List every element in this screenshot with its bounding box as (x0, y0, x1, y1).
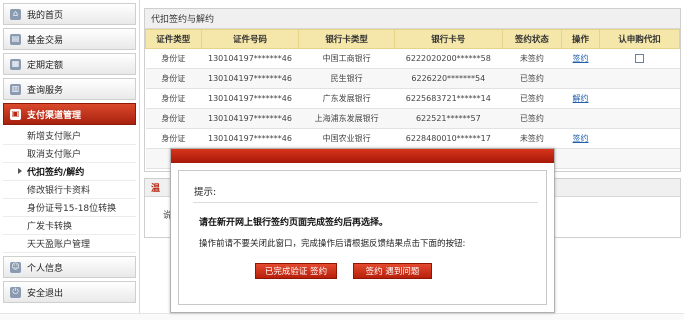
header-id-type: 证件类型 (145, 29, 202, 49)
nav-personal-info[interactable]: ☺ 个人信息 (3, 256, 136, 278)
fund-icon: ▤ (10, 33, 21, 45)
caret-right-icon (18, 168, 22, 174)
cell-bank: 广东发展银行 (298, 88, 395, 109)
dialog-message: 请在新开网上银行签约页面完成签约后再选择。 (199, 218, 389, 228)
cell-action (561, 148, 600, 169)
query-icon: ▥ (10, 83, 21, 95)
dialog-heading: 提示: (194, 187, 217, 198)
cell-id-type: 身份证 (145, 108, 202, 129)
header-card: 银行卡号 (393, 29, 503, 49)
cell-status: 已签约 (502, 88, 562, 109)
cell-auto-debit (599, 68, 680, 89)
panel-title: 代扣签约与解约 (145, 9, 680, 29)
cell-card: 6228480010******17 (394, 128, 503, 149)
cell-card: 6226220*******54 (394, 68, 503, 89)
cell-status: 未签约 (502, 128, 562, 149)
signing-complete-button[interactable]: 已完成验证 签约 (255, 263, 337, 279)
sub-item-edit-bank-card[interactable]: 修改银行卡资料 (3, 181, 136, 199)
sub-item-add-account[interactable]: 新增支付账户 (3, 127, 136, 145)
cell-auto-debit (599, 128, 680, 149)
cell-auto-debit (599, 48, 680, 69)
dialog-divider (193, 202, 538, 203)
cell-card: 622521******57 (394, 108, 503, 129)
table-row: 身份证 130104197*******46 广东发展银行 6225683721… (145, 88, 680, 109)
nav-query-service[interactable]: ▥ 查询服务 (3, 78, 136, 100)
nav-label: 查询服务 (27, 85, 64, 96)
nav-label: 定期定额 (27, 60, 64, 71)
cell-status: 未签约 (502, 48, 562, 69)
cell-auto-debit (599, 148, 680, 169)
nav-fund-trade[interactable]: ▤ 基金交易 (3, 28, 136, 50)
power-icon: ⏻ (10, 286, 21, 298)
table-row: 身份证 130104197*******46 中国农业银行 6228480010… (145, 128, 680, 149)
nav-label: 基金交易 (27, 35, 64, 46)
cell-id-type: 身份证 (145, 128, 202, 149)
cell-id-no: 130104197*******46 (201, 128, 299, 149)
cell-id-type: 身份证 (145, 88, 202, 109)
sub-item-id-convert[interactable]: 身份证号15-18位转换 (3, 199, 136, 217)
sign-link[interactable]: 签约 (561, 48, 600, 69)
sub-item-label: 取消支付账户 (27, 150, 82, 160)
nav-my-home[interactable]: ⌂ 我的首页 (3, 3, 136, 25)
cell-card: 6222020200******58 (394, 48, 503, 69)
cell-id-no: 130104197*******46 (201, 108, 299, 129)
confirm-dialog: 提示: 请在新开网上银行签约页面完成签约后再选择。 操作前请不要关闭此窗口，完成… (170, 148, 555, 313)
cell-bank: 民生银行 (298, 68, 395, 89)
payment-icon: ▣ (10, 108, 21, 120)
cell-id-no: 130104197*******46 (201, 88, 299, 109)
nav-label: 我的首页 (27, 10, 64, 21)
sub-item-label: 天天盈账户管理 (27, 240, 91, 250)
cell-auto-debit (599, 108, 680, 129)
header-action: 操作 (561, 29, 600, 49)
payment-submenu: 新增支付账户 取消支付账户 代扣签约/解约 修改银行卡资料 身份证号15-18位… (3, 127, 136, 253)
cell-id-no: 130104197*******46 (201, 48, 299, 69)
nav-label: 支付渠道管理 (27, 110, 82, 121)
sub-item-tiantianying[interactable]: 天天盈账户管理 (3, 235, 136, 253)
home-icon: ⌂ (10, 8, 21, 20)
cell-auto-debit (599, 88, 680, 109)
sidebar: ⌂ 我的首页 ▤ 基金交易 ▦ 定期定额 ▥ 查询服务 ▣ 支付渠道管理 新增支… (0, 0, 140, 320)
sub-item-label: 新增支付账户 (27, 132, 82, 142)
cell-status: 已签约 (502, 108, 562, 129)
sub-item-cancel-account[interactable]: 取消支付账户 (3, 145, 136, 163)
cell-id-type: 身份证 (145, 68, 202, 89)
nav-payment-channel[interactable]: ▣ 支付渠道管理 (3, 103, 136, 125)
cell-bank: 中国农业银行 (298, 128, 395, 149)
cell-bank: 中国工商银行 (298, 48, 395, 69)
user-icon: ☺ (10, 261, 21, 273)
sub-item-gdb-card-convert[interactable]: 广发卡转换 (3, 217, 136, 235)
nav-label: 个人信息 (27, 263, 64, 274)
cell-action (561, 108, 600, 129)
nav-logout[interactable]: ⏻ 安全退出 (3, 281, 136, 303)
signing-problem-button[interactable]: 签约 遇到问题 (353, 263, 432, 279)
cell-bank: 上海浦东发展银行 (298, 108, 395, 129)
table-row: 身份证 130104197*******46 中国工商银行 6222020200… (145, 48, 680, 69)
calendar-icon: ▦ (10, 58, 21, 70)
cell-status: 已签约 (502, 68, 562, 89)
sub-item-label: 身份证号15-18位转换 (27, 204, 117, 214)
header-status: 签约状态 (501, 29, 563, 49)
sub-item-label: 代扣签约/解约 (27, 168, 85, 178)
unsign-link[interactable]: 解约 (561, 88, 600, 109)
dialog-title-bar[interactable] (171, 149, 554, 163)
sub-item-label: 广发卡转换 (27, 222, 73, 232)
auto-debit-checkbox[interactable] (634, 54, 644, 63)
cell-card: 6225683721******14 (394, 88, 503, 109)
footer (0, 313, 684, 320)
cell-action (561, 68, 600, 89)
table-row: 身份证 130104197*******46 民生银行 6226220*****… (145, 68, 680, 89)
sign-link[interactable]: 签约 (561, 128, 600, 149)
nav-fixed-investment[interactable]: ▦ 定期定额 (3, 53, 136, 75)
header-auto-debit: 认申购代扣 (598, 29, 681, 49)
table-header-row: 证件类型 证件号码 银行卡类型 银行卡号 签约状态 操作 认申购代扣 (145, 29, 681, 49)
cell-id-type: 身份证 (145, 48, 202, 69)
dialog-note: 操作前请不要关闭此窗口，完成操作后请根据反馈结果点击下面的按钮: (199, 239, 466, 249)
table-row: 身份证 130104197*******46 上海浦东发展银行 622521**… (145, 108, 680, 129)
sub-item-sign-unsign[interactable]: 代扣签约/解约 (3, 163, 136, 181)
cell-id-no: 130104197*******46 (201, 68, 299, 89)
nav-label: 安全退出 (27, 288, 64, 299)
sub-item-label: 修改银行卡资料 (27, 186, 91, 196)
header-bank: 银行卡类型 (298, 29, 395, 49)
header-id-no: 证件号码 (200, 29, 300, 49)
